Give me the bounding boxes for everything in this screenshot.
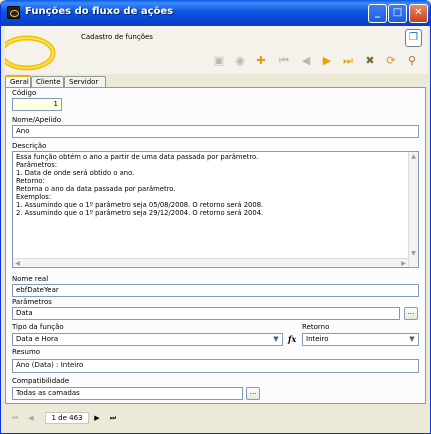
descricao-line: Exemplos:	[16, 193, 52, 201]
next-page-icon[interactable]: ▶	[91, 412, 103, 424]
prev-page-icon: ◀	[28, 414, 34, 422]
tipo-label: Tipo da função	[12, 323, 64, 331]
cancel-icon: ◉	[235, 54, 245, 67]
compatibilidade-label: Compatibilidade	[12, 377, 70, 385]
descricao-line: 1. Assumindo que o 1º parâmetro seja 05/…	[16, 201, 264, 209]
descricao-label: Descrição	[12, 142, 47, 150]
resumo-field[interactable]: Ano (Data) : Inteiro	[12, 359, 419, 373]
last-page-icon[interactable]: ⏭	[107, 412, 119, 424]
retorno-value: Inteiro	[306, 335, 329, 343]
nome-real-label: Nome real	[12, 275, 49, 283]
title-bar[interactable]: Funções do fluxo de ações _ □ ✕	[1, 0, 430, 26]
close-button[interactable]: ✕	[409, 4, 428, 23]
chevron-down-icon[interactable]: ▼	[406, 334, 418, 345]
descricao-line: Essa função obtém o ano a partir de uma …	[16, 153, 259, 161]
scroll-left-icon[interactable]: ◀	[13, 259, 22, 268]
retorno-combobox[interactable]: Inteiro ▼	[302, 333, 419, 346]
descricao-line: Retorna o ano da data passada por parâme…	[16, 185, 176, 193]
tab-panel-geral: Código 1 Nome/Apelido Ano Descrição Essa…	[5, 87, 426, 404]
search-icon[interactable]: ⚲	[404, 53, 420, 69]
scroll-right-icon[interactable]: ▶	[399, 259, 408, 268]
previous-record-icon: ◀	[301, 54, 311, 67]
parametros-browse-button[interactable]: ...	[404, 307, 418, 320]
compatibilidade-field[interactable]: Todas as camadas	[12, 387, 243, 400]
delete-icon[interactable]: ✖	[362, 53, 378, 69]
first-record-icon: ⏮	[279, 54, 289, 67]
descricao-line: Parâmetros:	[16, 161, 58, 169]
help-icon[interactable]: ❐	[405, 29, 422, 47]
compatibilidade-browse-button[interactable]: ...	[246, 387, 260, 400]
nome-field[interactable]: Ano	[12, 125, 419, 138]
first-page-icon: ⏮	[11, 414, 19, 422]
parametros-label: Parâmetros	[12, 298, 52, 306]
codigo-label: Código	[12, 89, 37, 97]
minimize-button[interactable]: _	[368, 4, 387, 23]
refresh-icon[interactable]: ⟳	[383, 53, 399, 69]
app-icon	[7, 6, 20, 19]
parametros-field[interactable]: Data	[12, 307, 400, 320]
maximize-button[interactable]: □	[388, 4, 407, 23]
tipo-combobox[interactable]: Data e Hora ▼	[12, 333, 283, 346]
app-window: Funções do fluxo de ações _ □ ✕ Cadastro…	[0, 0, 431, 434]
save-icon: ▣	[213, 54, 225, 67]
vertical-scrollbar[interactable]: ▲ ▼	[408, 152, 418, 267]
next-record-icon[interactable]: ▶	[319, 53, 335, 69]
new-record-icon[interactable]: ✚	[253, 53, 269, 69]
descricao-line: Retorno:	[16, 177, 45, 185]
last-record-icon[interactable]: ⏭	[340, 53, 356, 69]
form-header: Cadastro de funções ❐ ▣ ◉ ✚ ⏮ ◀ ▶ ⏭ ✖ ⟳ …	[5, 26, 428, 74]
resumo-label: Resumo	[12, 348, 41, 356]
descricao-line: 1. Data de onde será obtido o ano.	[16, 169, 135, 177]
descricao-line: 2. Assumindo que o 1º parâmetro seja 29/…	[16, 209, 264, 217]
descricao-textarea[interactable]: Essa função obtém o ano a partir de uma …	[12, 151, 419, 268]
nome-real-field[interactable]: ebfDateYear	[12, 284, 419, 297]
horizontal-scrollbar[interactable]: ◀ ▶	[13, 258, 408, 267]
page-indicator: 1 de 463	[45, 412, 89, 424]
function-icon[interactable]: fx	[288, 334, 296, 344]
form-title: Cadastro de funções	[81, 33, 153, 41]
nome-label: Nome/Apelido	[12, 116, 62, 124]
scroll-down-icon[interactable]: ▼	[409, 249, 418, 258]
chevron-down-icon[interactable]: ▼	[270, 334, 282, 345]
tipo-value: Data e Hora	[16, 335, 59, 343]
codigo-field[interactable]: 1	[12, 98, 62, 111]
scroll-up-icon[interactable]: ▲	[409, 152, 418, 161]
brand-logo	[5, 26, 65, 72]
window-title: Funções do fluxo de ações	[25, 6, 174, 17]
retorno-label: Retorno	[302, 323, 330, 331]
record-navigator: ⏮ ◀ 1 de 463 ▶ ⏭	[5, 408, 428, 428]
